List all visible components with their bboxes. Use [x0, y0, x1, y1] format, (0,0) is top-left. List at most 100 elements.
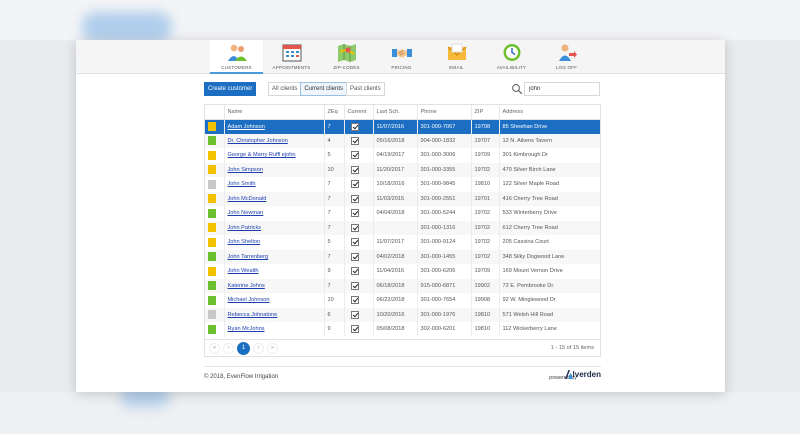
status-color-cell [205, 264, 224, 279]
table-row[interactable]: John Newman 7 04/04/2018 301-000-5244 19702 5… [205, 206, 600, 221]
last-scheduled-cell: 11/03/2015 [372, 191, 417, 206]
current-checkbox[interactable] [350, 238, 359, 247]
column-header-last-sch[interactable]: Last Sch. [372, 105, 417, 120]
column-header-phone[interactable]: Phone [416, 105, 471, 120]
table-row[interactable]: Ryan McJohns 9 05/08/2018 302-000-6201 19810… [205, 322, 600, 337]
status-color-cell [205, 119, 224, 134]
filter-all-clients[interactable]: All clients [268, 82, 302, 96]
customer-name-link[interactable]: John Smith [228, 181, 256, 187]
search-icon [512, 84, 523, 95]
table-row[interactable]: John Shelton 5 11/07/2017 301-000-9124 19702… [205, 235, 600, 250]
name-cell: John Tarrenberg [223, 249, 324, 264]
column-header-address[interactable]: Address [498, 105, 600, 120]
filter-current-clients[interactable]: Current clients [300, 82, 348, 96]
customer-name-link[interactable]: John Shelton [228, 239, 261, 245]
table-row[interactable]: Rebecca Johnatone 6 10/20/2016 301-000-1976… [205, 307, 600, 322]
create-customer-button[interactable]: Create customer [204, 82, 257, 96]
table-row[interactable]: George & Marry Ruffl ejohn 5 04/19/2017 301… [205, 148, 600, 163]
toolbar: Create customer All clients Current clie… [204, 82, 601, 96]
customer-name-link[interactable]: Katerine Johns [228, 283, 265, 289]
current-checkbox[interactable] [350, 209, 359, 218]
table-row[interactable]: Adam Johnson 7 11/07/2016 301-000-7067 19708… [205, 119, 600, 134]
table-row[interactable]: Katerine Johns 7 06/18/2018 915-000-6871 199… [205, 278, 600, 293]
current-checkbox[interactable] [350, 325, 359, 334]
column-header-zeq[interactable]: ZEq [323, 105, 344, 120]
customer-name-link[interactable]: John Patricks [228, 225, 262, 231]
nav-item-log-off[interactable]: LOG OFF [540, 40, 593, 74]
customer-name-link[interactable]: John Tarrenberg [228, 254, 269, 260]
table-row[interactable]: John Wealth 9 11/04/2016 301-000-6206 19709 1… [205, 264, 600, 279]
current-checkbox[interactable] [350, 296, 359, 305]
status-color-cell [205, 162, 224, 177]
zip-cell: 19709 [470, 264, 499, 279]
customer-name-link[interactable]: Rebecca Johnatone [228, 312, 278, 318]
nav-item-availibility[interactable]: AVAILIBILITY [485, 40, 538, 74]
customer-name-link[interactable]: John Newman [228, 210, 264, 216]
current-checkbox[interactable] [350, 267, 359, 276]
current-checkbox[interactable] [350, 310, 359, 319]
customer-name-link[interactable]: John Simpson [228, 167, 263, 173]
nav-item-customers[interactable]: CUSTOMERS [210, 40, 263, 74]
first-page-button[interactable]: « [209, 342, 220, 354]
customer-name-link[interactable]: Ryan McJohns [228, 326, 265, 332]
zeq-cell: 10 [323, 293, 344, 308]
zip-cell: 19810 [470, 322, 499, 337]
last-scheduled-cell: 11/20/2017 [372, 162, 417, 177]
customer-name-link[interactable]: George & Marry Ruffl ejohn [228, 152, 296, 158]
current-checkbox[interactable] [350, 122, 359, 131]
page-1-button[interactable]: 1 [237, 341, 250, 355]
current-checkbox[interactable] [350, 180, 359, 189]
status-color-swatch [208, 310, 216, 320]
last-page-button[interactable]: » [267, 342, 278, 354]
status-color-cell [205, 206, 224, 221]
clock-icon [501, 42, 523, 63]
nav-item-email[interactable]: EMAIL [430, 40, 483, 74]
name-cell: John Patricks [223, 220, 324, 235]
column-header-zip[interactable]: ZIP [470, 105, 499, 120]
next-page-button[interactable]: › [253, 342, 264, 354]
status-color-cell [205, 235, 224, 250]
phone-cell: 302-000-6201 [416, 322, 471, 337]
address-cell: 470 Silver Birch Lane [498, 162, 600, 177]
column-header-name[interactable]: Name [223, 105, 324, 120]
name-cell: Katerine Johns [223, 278, 324, 293]
alverden-logo[interactable]: lverden [564, 370, 601, 379]
phone-cell: 301-000-1455 [416, 249, 471, 264]
table-row[interactable]: John McDonald 7 11/03/2015 301-000-2551 1970… [205, 191, 600, 206]
table-row[interactable]: Dr. Christopher Johnson 4 05/16/2018 904-00… [205, 133, 600, 148]
nav-item-pricing[interactable]: PRICING [375, 40, 428, 74]
customer-name-link[interactable]: John Wealth [228, 268, 259, 274]
nav-item-appointments[interactable]: APPOINTMENTS [265, 40, 318, 74]
customer-name-link[interactable]: Michael Johnson [228, 297, 270, 303]
current-checkbox[interactable] [350, 151, 359, 160]
column-header-current[interactable]: Current [343, 105, 373, 120]
top-navigation: CUSTOMERS APPOINTMENTS ZIP-CODES PRICING EMA… [76, 40, 725, 74]
table-row[interactable]: John Simpson 10 11/20/2017 301-000-3355 1970… [205, 162, 600, 177]
customer-name-link[interactable]: John McDonald [228, 196, 267, 202]
nav-item-label: AVAILIBILITY [496, 65, 527, 70]
current-checkbox[interactable] [350, 136, 359, 145]
customer-name-link[interactable]: Dr. Christopher Johnson [228, 138, 288, 144]
search-input[interactable] [524, 82, 600, 96]
current-checkbox[interactable] [350, 252, 359, 261]
filter-past-clients[interactable]: Past clients [346, 82, 385, 96]
current-checkbox[interactable] [350, 194, 359, 203]
table-row[interactable]: John Smith 7 10/18/2016 301-000-9845 19810 12… [205, 177, 600, 192]
previous-page-button[interactable]: ‹ [223, 342, 234, 354]
status-color-cell [205, 307, 224, 322]
current-checkbox[interactable] [350, 165, 359, 174]
name-cell: John Simpson [223, 162, 324, 177]
current-checkbox[interactable] [350, 223, 359, 232]
customer-name-link[interactable]: Adam Johnson [228, 124, 265, 130]
phone-cell: 904-000-1832 [416, 133, 471, 148]
current-cell [343, 133, 373, 148]
table-row[interactable]: Michael Johnson 10 06/22/2018 301-000-7654 1… [205, 293, 600, 308]
table-row[interactable]: John Tarrenberg 7 04/02/2018 301-000-1455 19… [205, 249, 600, 264]
nav-item-zip-codes[interactable]: ZIP-CODES [320, 40, 373, 74]
status-color-swatch [208, 208, 216, 218]
zeq-cell: 7 [323, 220, 344, 235]
status-color-swatch [208, 150, 216, 160]
table-row[interactable]: John Patricks 7 301-000-1316 19702 612 Cherr… [205, 220, 600, 235]
current-checkbox[interactable] [350, 281, 359, 290]
table-header-row: Name ZEq Current Last Sch. Phone ZIP Add… [205, 105, 600, 120]
